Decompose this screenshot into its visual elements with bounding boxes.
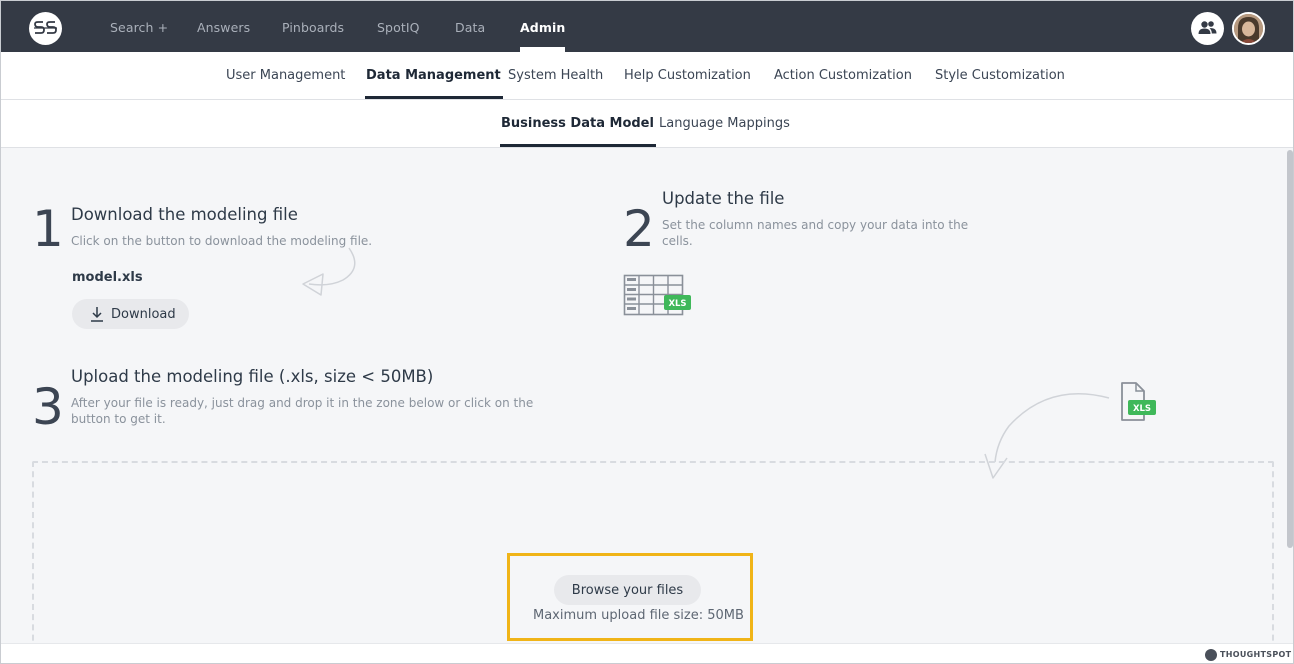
xls-badge: XLS [668, 299, 686, 309]
tab-business-data-model[interactable]: Business Data Model [500, 116, 656, 147]
admin-tabs: User Management Data Management System H… [1, 52, 1293, 100]
step-2-number: 2 [623, 200, 655, 258]
nav-spotiq[interactable]: SpotIQ [377, 20, 420, 35]
download-button-label: Download [111, 307, 176, 322]
browse-files-button[interactable]: Browse your files [554, 575, 701, 605]
top-nav: Search + Answers Pinboards SpotIQ Data A… [1, 1, 1293, 52]
brand-name: THOUGHTSPOT [1220, 650, 1292, 659]
app-window: Search + Answers Pinboards SpotIQ Data A… [0, 0, 1294, 664]
curved-arrow-icon [302, 247, 356, 296]
tab-data-management[interactable]: Data Management [365, 68, 503, 99]
thoughtspot-brand-icon [1205, 649, 1217, 661]
step-3-number: 3 [32, 378, 64, 436]
browse-files-label: Browse your files [571, 583, 684, 598]
user-avatar[interactable] [1232, 12, 1265, 45]
nav-admin[interactable]: Admin [520, 20, 566, 52]
model-filename: model.xls [72, 270, 143, 285]
footer: THOUGHTSPOT [1, 643, 1293, 663]
step-3-description: After your file is ready, just drag and … [71, 396, 534, 426]
xls-file-icon: XLS [1121, 382, 1156, 421]
step-1-number: 1 [32, 200, 64, 258]
tab-user-management[interactable]: User Management [226, 68, 345, 83]
xls-badge: XLS [1133, 404, 1151, 414]
step-2-description: Set the column names and copy your data … [662, 218, 969, 248]
tab-system-health[interactable]: System Health [508, 68, 603, 83]
spreadsheet-icon: XLS [623, 274, 691, 316]
content-scrollbar[interactable] [1285, 148, 1293, 643]
people-icon[interactable] [1191, 12, 1224, 45]
nav-answers[interactable]: Answers [197, 20, 250, 35]
nav-data[interactable]: Data [455, 20, 485, 35]
nav-search[interactable]: Search + [110, 20, 168, 35]
tab-help-customization[interactable]: Help Customization [624, 68, 751, 83]
step-3-title: Upload the modeling file (.xls, size < 5… [71, 367, 434, 386]
thoughtspot-logo-icon[interactable] [29, 12, 62, 45]
sub-tabs: Business Data Model Language Mappings [1, 100, 1293, 148]
tab-language-mappings[interactable]: Language Mappings [659, 116, 790, 131]
max-upload-size: Maximum upload file size: 50MB [533, 608, 744, 623]
tab-style-customization[interactable]: Style Customization [935, 68, 1065, 83]
main-content: 1 Download the modeling file Click on th… [1, 148, 1285, 643]
tab-action-customization[interactable]: Action Customization [774, 68, 912, 83]
step-2-title: Update the file [662, 189, 785, 208]
step-1-title: Download the modeling file [71, 205, 298, 224]
download-button[interactable]: Download [72, 299, 189, 329]
scrollbar-thumb[interactable] [1287, 150, 1293, 548]
download-icon [91, 307, 103, 322]
nav-pinboards[interactable]: Pinboards [282, 20, 344, 35]
